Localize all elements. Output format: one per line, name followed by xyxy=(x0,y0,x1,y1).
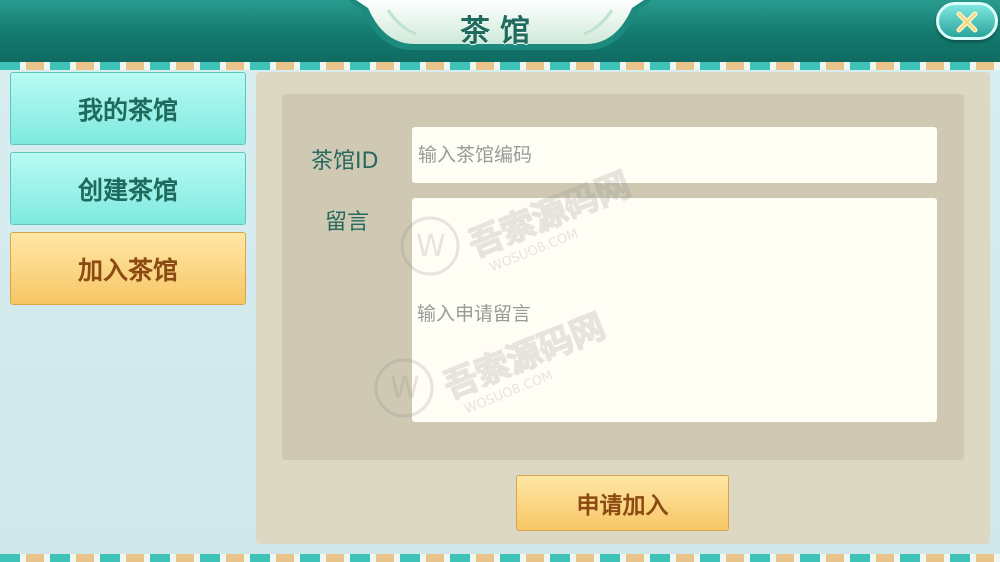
close-button[interactable] xyxy=(936,2,998,40)
sidebar-item-label: 创建茶馆 xyxy=(77,175,178,205)
sidebar-item-create-teahouse[interactable]: 创建茶馆 xyxy=(10,152,246,225)
bottom-decor-stripe xyxy=(0,554,1000,562)
sidebar-item-label: 加入茶馆 xyxy=(77,255,178,285)
sidebar-item-label: 我的茶馆 xyxy=(77,95,178,125)
close-icon xyxy=(956,11,978,33)
apply-join-button[interactable]: 申请加入 xyxy=(516,475,729,531)
message-label: 留言 xyxy=(325,210,370,235)
sidebar-item-join-teahouse[interactable]: 加入茶馆 xyxy=(10,232,246,305)
title-plate: 茶馆 xyxy=(348,0,652,52)
teahouse-id-input[interactable] xyxy=(412,127,937,183)
apply-join-label: 申请加入 xyxy=(576,493,669,519)
page-title: 茶馆 xyxy=(460,14,540,49)
message-placeholder: 输入申请留言 xyxy=(417,303,532,325)
teahouse-id-label: 茶馆ID xyxy=(311,149,379,174)
top-decor-stripe xyxy=(0,62,1000,70)
sidebar-item-my-teahouse[interactable]: 我的茶馆 xyxy=(10,72,246,145)
message-textarea[interactable]: 输入申请留言 xyxy=(412,198,937,422)
